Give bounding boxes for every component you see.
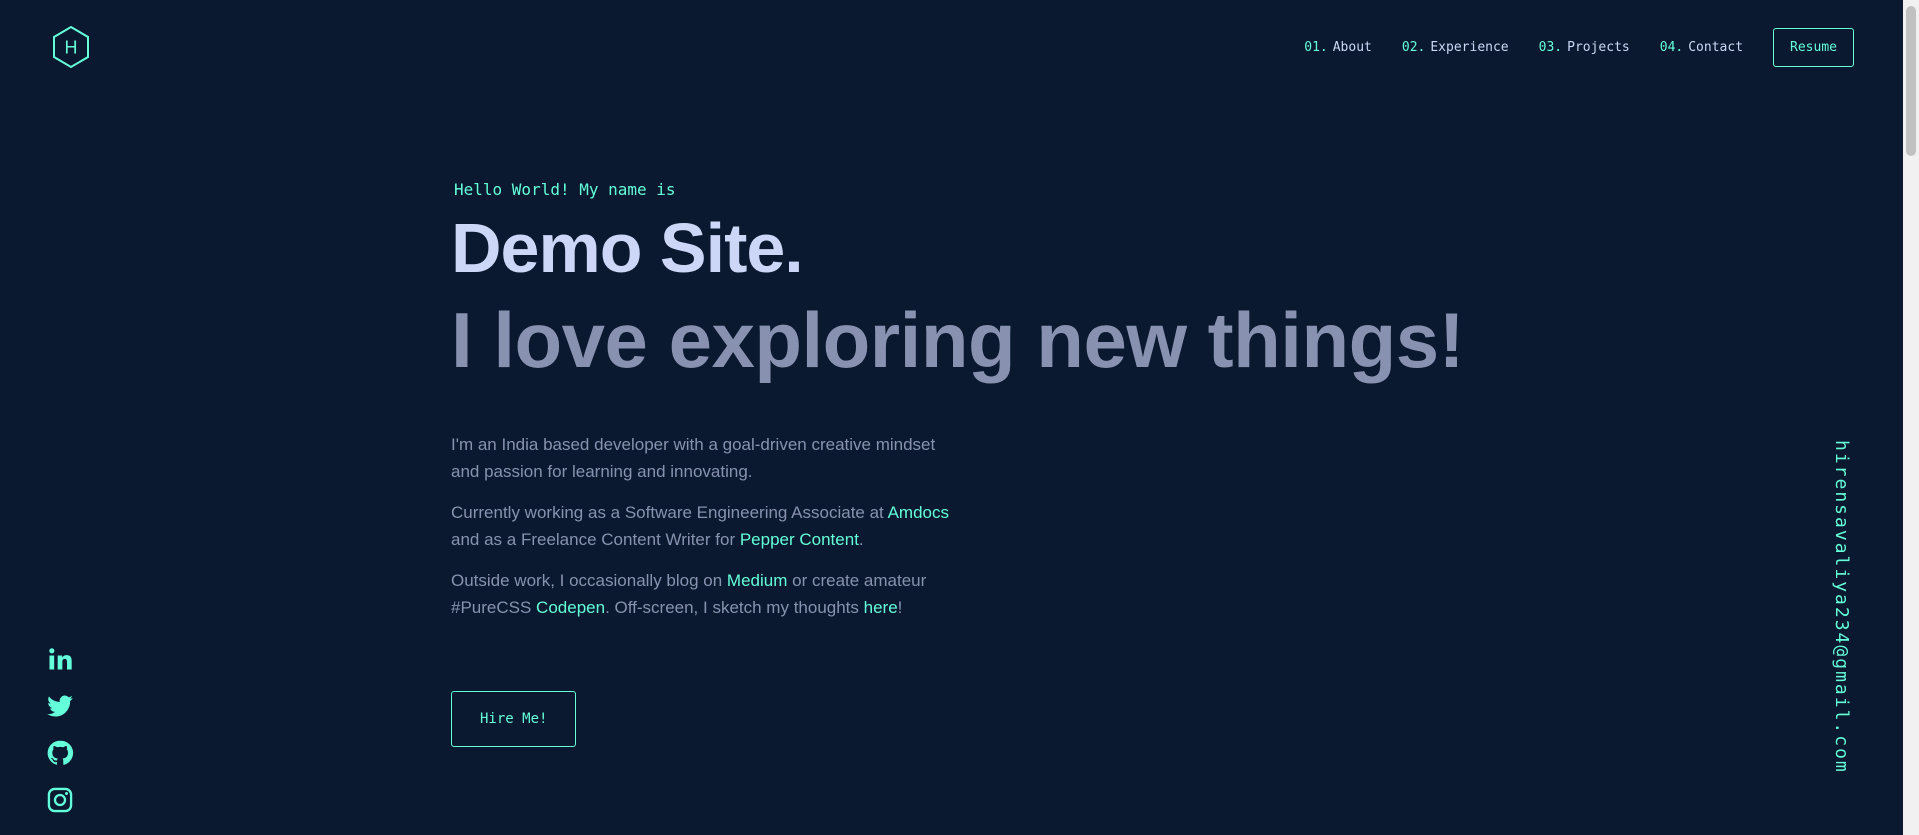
hobby-text: !	[897, 598, 903, 617]
linkedin-icon	[49, 648, 72, 670]
hobby-text: . Off-screen, I sketch my thoughts	[605, 598, 864, 617]
logo[interactable]: H	[51, 25, 91, 69]
nav-item-number: 04.	[1659, 39, 1684, 55]
hobby-text: Outside work, I occasionally blog on	[451, 571, 727, 590]
hexagon-logo-icon: H	[53, 25, 89, 69]
work-text: and as a Freelance Content Writer for	[451, 530, 740, 549]
instagram-link[interactable]	[46, 786, 74, 814]
hero-tagline: I love exploring new things!	[451, 296, 1465, 384]
twitter-link[interactable]	[46, 692, 74, 720]
nav-item-projects[interactable]: 03. Projects	[1539, 40, 1630, 55]
medium-link[interactable]: Medium	[727, 571, 787, 590]
resume-button[interactable]: Resume	[1773, 27, 1854, 67]
instagram-icon	[47, 787, 73, 813]
hero-description: I'm an India based developer with a goal…	[451, 431, 961, 621]
hobby-paragraph: Outside work, I occasionally blog on Med…	[451, 567, 961, 621]
nav-item-label: Projects	[1567, 39, 1630, 55]
hero-section: Hello World! My name is Demo Site. I lov…	[451, 180, 1465, 747]
work-text: Currently working as a Software Engineer…	[451, 503, 888, 522]
nav-item-experience[interactable]: 02. Experience	[1402, 40, 1509, 55]
hire-me-button[interactable]: Hire Me!	[451, 691, 577, 747]
sketch-link[interactable]: here	[864, 598, 898, 617]
nav-item-number: 02.	[1401, 39, 1426, 55]
work-paragraph: Currently working as a Software Engineer…	[451, 499, 961, 553]
twitter-icon	[47, 695, 73, 717]
main-nav: 01. About 02. Experience 03. Projects 04…	[1274, 27, 1854, 67]
hero-greeting: Hello World! My name is	[454, 180, 676, 199]
amdocs-link[interactable]: Amdocs	[888, 503, 949, 522]
scrollbar-thumb[interactable]	[1906, 6, 1916, 156]
github-icon	[47, 740, 74, 765]
nav-item-number: 01.	[1304, 39, 1328, 55]
nav-item-label: Contact	[1688, 39, 1744, 55]
nav-item-about[interactable]: 01. About	[1304, 40, 1372, 55]
codepen-link[interactable]: Codepen	[536, 598, 605, 617]
social-links	[46, 645, 74, 833]
nav-item-contact[interactable]: 04. Contact	[1660, 40, 1743, 55]
github-link[interactable]	[46, 739, 74, 767]
scrollbar[interactable]	[1903, 0, 1919, 835]
hero-name: Demo Site.	[451, 209, 804, 287]
pepper-content-link[interactable]: Pepper Content	[740, 530, 859, 549]
nav-item-label: About	[1332, 39, 1372, 55]
intro-paragraph: I'm an India based developer with a goal…	[451, 435, 936, 481]
nav-item-number: 03.	[1538, 39, 1563, 55]
nav-item-label: Experience	[1430, 39, 1509, 55]
logo-letter: H	[65, 38, 78, 58]
email-link[interactable]: hirensavaliya234@gmail.com	[1831, 440, 1852, 774]
work-text: .	[858, 530, 864, 549]
linkedin-link[interactable]	[46, 645, 74, 673]
